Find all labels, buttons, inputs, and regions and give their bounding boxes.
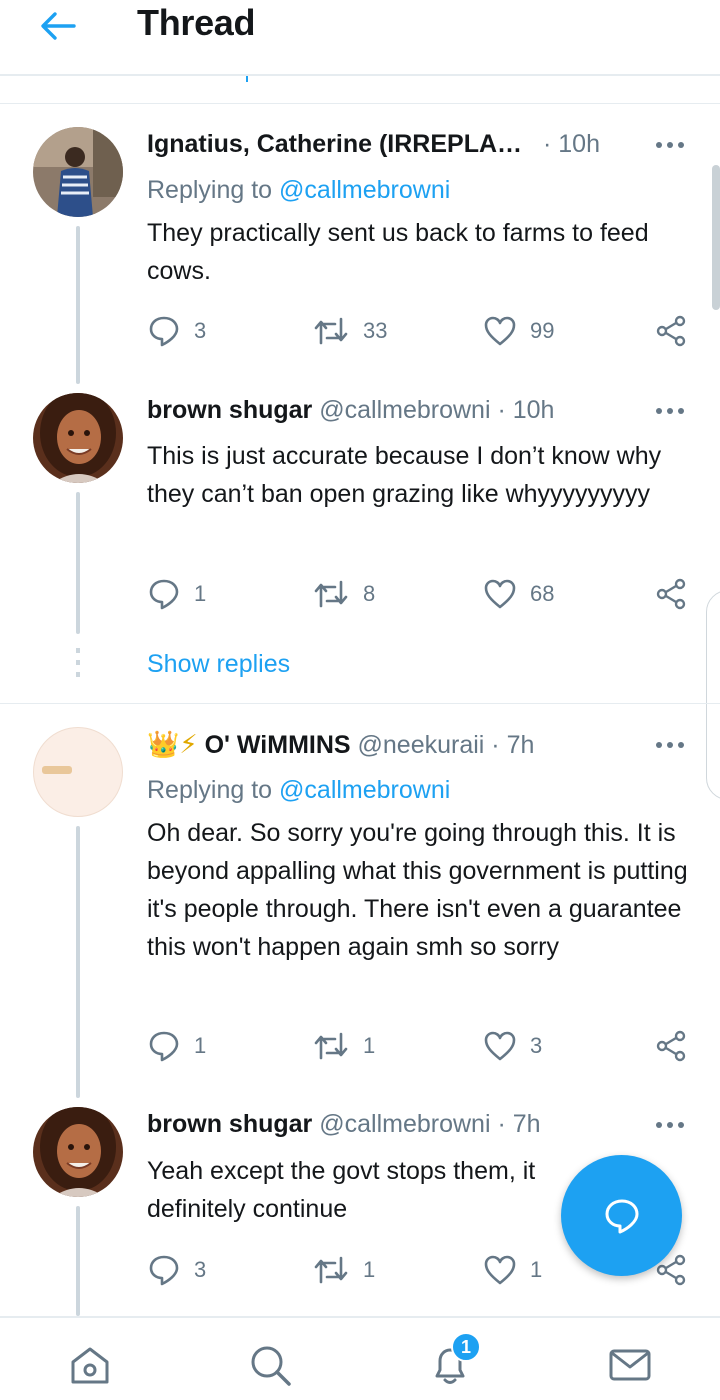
user-name[interactable]: Ignatius, Catherine (IRREPLA… [147,130,522,158]
like-icon [484,316,516,346]
thread-dots [76,648,80,684]
like-button[interactable]: 3 [484,1026,542,1066]
tweet-header: brown shugar @callmebrowni · 10h [147,396,554,425]
tweet-text: Yeah except the govt stops them, it defi… [147,1157,536,1223]
mention-link[interactable]: @callmebrowni [279,176,450,204]
like-icon [484,1255,516,1285]
like-count: 3 [530,1033,543,1058]
reply-icon [149,579,179,610]
like-icon [484,1031,516,1061]
retweet-icon [314,317,348,345]
page-title: Thread [137,2,256,43]
user-name[interactable]: brown shugar [147,1110,312,1138]
retweet-button[interactable]: 1 [313,1250,375,1290]
replying-to: Replying to @callmebrowni [147,176,451,204]
show-replies-link[interactable]: Show replies [147,650,290,679]
notifications-badge: 1 [451,1332,481,1362]
reply-icon [149,316,179,347]
nav-search[interactable] [245,1340,295,1390]
share-icon [656,1030,686,1062]
previous-tweet-stub [0,76,720,104]
mention-link[interactable]: @callmebrowni [279,776,450,804]
replying-to: Replying to @callmebrowni [147,776,451,804]
user-name[interactable]: O' WiMMINS [205,731,351,759]
retweet-count: 1 [363,1033,376,1058]
tweet-header: brown shugar @callmebrowni · 7h [147,1110,541,1139]
compose-reply-button[interactable] [561,1155,682,1276]
timestamp[interactable]: · 7h [491,1110,540,1138]
reply-count: 1 [194,1033,207,1058]
home-icon [71,1347,109,1384]
avatar[interactable] [33,1107,123,1197]
divider [0,703,720,704]
avatar[interactable] [33,727,123,817]
more-button[interactable] [656,135,686,155]
scrollbar-thumb[interactable] [712,165,720,310]
back-arrow-icon [41,12,76,40]
user-name[interactable]: brown shugar [147,396,312,424]
share-button[interactable] [655,311,687,351]
retweet-button[interactable]: 1 [313,1026,375,1066]
user-handle[interactable]: @neekuraii [351,731,485,759]
bottom-navigation: 1 [0,1316,720,1400]
more-button[interactable] [656,401,686,421]
timestamp[interactable]: · 10h [543,130,600,158]
like-count: 1 [530,1257,543,1282]
search-icon [251,1346,291,1386]
tweet-header: Ignatius, Catherine (IRREPLA… · 10h [147,130,600,159]
retweet-icon [314,580,348,608]
tweet-text: This is just accurate because I don’t kn… [147,442,662,508]
thread-line [76,226,80,384]
retweet-button[interactable]: 33 [313,311,387,351]
nav-home[interactable] [65,1340,115,1390]
user-handle[interactable]: @callmebrowni [312,1110,490,1138]
crown-lightning-emoji: 👑⚡ [147,730,198,760]
retweet-icon [314,1032,348,1060]
reply-button[interactable]: 3 [148,1250,206,1290]
share-button[interactable] [655,1026,687,1066]
nav-messages[interactable] [605,1340,655,1390]
reply-count: 1 [194,581,207,606]
tweet-header: 👑⚡ O' WiMMINS @neekuraii · 7h [147,730,534,760]
like-count: 99 [530,318,555,343]
reply-button[interactable]: 1 [148,1026,206,1066]
retweet-icon [314,1256,348,1284]
messages-icon [609,1349,651,1381]
edge-panel-handle[interactable] [706,590,720,800]
tweet-actions: 3 33 99 [0,311,720,351]
back-button[interactable] [38,6,78,46]
retweet-button[interactable]: 8 [313,574,375,614]
reply-count: 3 [194,318,207,343]
timestamp[interactable]: · 7h [484,731,534,759]
top-app-bar: Thread [0,0,720,76]
like-count: 68 [530,581,555,606]
tweet-text: They practically sent us back to farms t… [147,219,649,285]
more-button[interactable] [656,735,686,755]
retweet-count: 1 [363,1257,376,1282]
retweet-count: 8 [363,581,376,606]
user-handle[interactable]: @callmebrowni [312,396,490,424]
like-button[interactable]: 68 [484,574,554,614]
share-button[interactable] [655,574,687,614]
compose-reply-icon [605,1199,638,1233]
reply-button[interactable]: 3 [148,311,206,351]
avatar[interactable] [33,127,123,217]
share-icon [656,578,686,610]
like-button[interactable]: 1 [484,1250,542,1290]
reply-icon [149,1255,179,1286]
avatar[interactable] [33,393,123,483]
timestamp[interactable]: · 10h [491,396,554,424]
share-icon [656,315,686,347]
reply-icon [149,1031,179,1062]
tweet-actions: 1 8 68 [0,574,720,614]
like-button[interactable]: 99 [484,311,554,351]
more-button[interactable] [656,1115,686,1135]
like-icon [484,579,516,609]
reply-button[interactable]: 1 [148,574,206,614]
reply-count: 3 [194,1257,207,1282]
retweet-count: 33 [363,318,388,343]
tweet-actions: 1 1 3 [0,1026,720,1066]
tweet-text: Oh dear. So sorry you're going through t… [147,819,688,961]
